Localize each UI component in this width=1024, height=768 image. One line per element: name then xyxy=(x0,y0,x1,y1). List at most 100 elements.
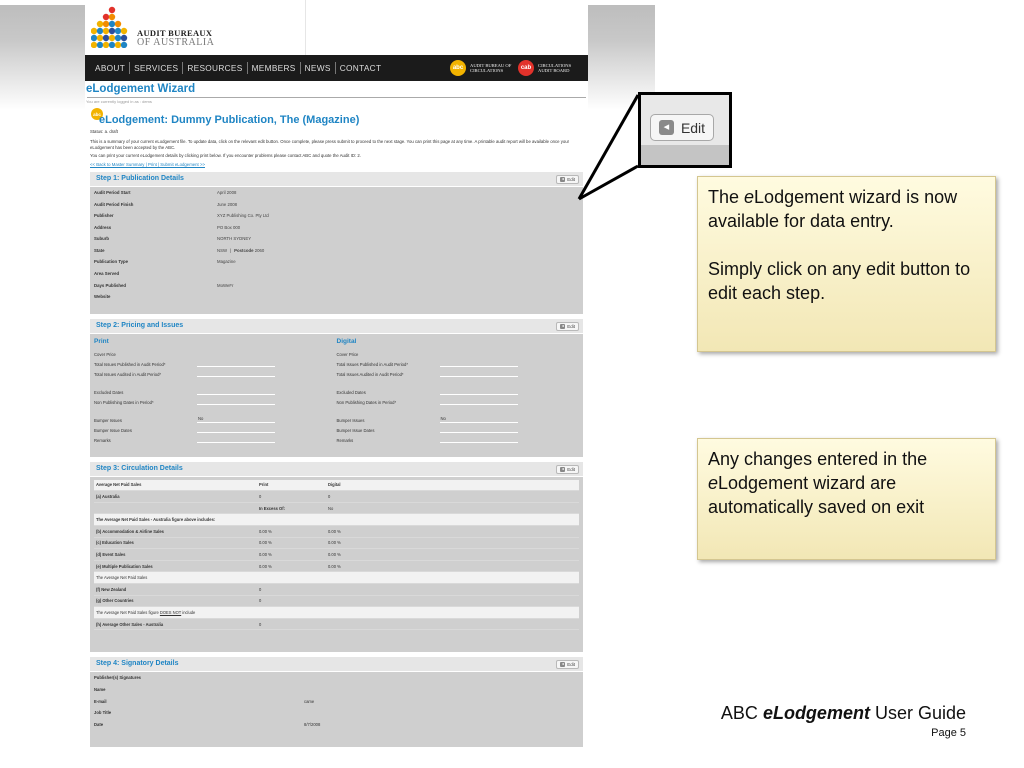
field-label: Bumper Issue Dates xyxy=(336,427,375,433)
text-part: Any changes entered in the xyxy=(708,449,928,469)
logged-in-text: You are currently logged in as : dems xyxy=(86,99,152,104)
edit-label: Edit xyxy=(567,466,575,472)
table-row: (h) Average Other Sales - Australia 0 xyxy=(94,619,579,631)
edit-label: Edit xyxy=(567,323,575,329)
postcode-label: Postcode xyxy=(234,247,254,253)
field-value xyxy=(439,360,518,367)
note-text: Simply click on any edit button to edit … xyxy=(708,259,971,303)
field-label: Non Publishing Dates in Period* xyxy=(336,399,397,405)
header-divider xyxy=(305,0,306,55)
detail-label: Address xyxy=(94,224,112,230)
cab-badge-icon[interactable]: cab xyxy=(518,60,534,76)
field-value xyxy=(197,426,275,433)
detail-row: Audit Period Finish June 2008 xyxy=(90,198,583,210)
detail-row: Publisher XYZ Publishing Co. Pty Ltd xyxy=(90,210,583,222)
wizard-title: eLodgement Wizard xyxy=(86,83,196,95)
detail-row: Website xyxy=(90,291,583,303)
field-label: Excluded Dates xyxy=(336,389,366,395)
digital-heading: Digital xyxy=(336,337,357,345)
nav-members[interactable]: MEMBERS xyxy=(248,63,300,73)
abc-logo-icon xyxy=(91,6,128,48)
table-cell: (d) Event Sales xyxy=(96,551,126,557)
table-cell: 0.00 % xyxy=(259,540,272,546)
web-page-screenshot: AUDIT BUREAUX OF AUSTRALIA ABOUT SERVICE… xyxy=(85,0,588,768)
field-label: Total Issues Audited in Audit Period* xyxy=(94,371,162,377)
step-1-header: Step 1: Publication Details ◂ Edit xyxy=(90,171,583,187)
table-cell: In Excess Of: xyxy=(259,505,285,511)
table-cell: 0.00 % xyxy=(259,528,272,534)
table-cell: 0 xyxy=(259,494,262,500)
detail-label: Days Published xyxy=(94,282,126,288)
arrow-left-icon: ◂ xyxy=(560,323,566,329)
step-2-title: Step 2: Pricing and Issues xyxy=(96,322,184,330)
field-row: Bumper Issue Dates xyxy=(337,423,580,433)
emphasis-text: e xyxy=(744,187,755,207)
summary-links[interactable]: << Back to Master Summary | Print | Subm… xyxy=(85,162,588,167)
zoomed-edit-button[interactable]: ◂ Edit xyxy=(650,114,714,141)
print-paragraph: You can print your current eLodgement de… xyxy=(90,153,361,159)
detail-label: Audit Period Finish xyxy=(94,201,134,207)
text-part: Lodgement wizard are automatically saved… xyxy=(708,473,925,517)
field-row: Excluded Dates xyxy=(337,385,580,395)
table-cell: 0 xyxy=(259,586,262,592)
field-label: Total Issues Audited in Audit Period* xyxy=(336,371,404,377)
signatory-row: Date 8/7/2008 xyxy=(90,719,583,731)
page-number: Page 5 xyxy=(931,727,966,739)
table-row: (b) Accommodation & Airline Sales 0.00 % 0… xyxy=(94,526,579,538)
table-cell: (f) New Zealand xyxy=(96,586,127,592)
nav-about[interactable]: ABOUT xyxy=(91,63,129,73)
edit-label: Edit xyxy=(567,661,575,667)
detail-row: State NSW | Postcode 2060 xyxy=(90,245,583,257)
table-cell: 0.00 % xyxy=(259,551,272,557)
detail-label: Website xyxy=(94,294,111,300)
emphasis-text: DOES NOT xyxy=(159,609,182,615)
nav-resources[interactable]: RESOURCES xyxy=(183,63,246,73)
nav-contact[interactable]: CONTACT xyxy=(336,63,386,73)
field-value xyxy=(439,426,518,433)
field-label: Bumper Issues xyxy=(336,417,365,423)
abc-badge-icon[interactable]: abc xyxy=(450,60,466,76)
table-cell: (a) Australia xyxy=(96,494,120,500)
note-text: Any changes entered in the eLodgement wi… xyxy=(708,447,985,519)
arrow-left-icon: ◂ xyxy=(658,120,674,135)
field-value: No xyxy=(439,416,518,423)
table-row: (c) Education Sales 0.00 % 0.00 % xyxy=(94,538,579,550)
abc-badge-text: AUDIT BUREAU OF CIRCULATIONS xyxy=(470,63,512,73)
emphasis-text: eLodgement xyxy=(762,703,870,723)
text-part: ABC xyxy=(720,703,763,723)
detail-row: Address PO Box 000 xyxy=(90,221,583,233)
status-text: Status: a. draft xyxy=(90,129,118,134)
step-2-header: Step 2: Pricing and Issues ◂ Edit xyxy=(90,318,583,334)
table-header-row: Average Net Paid Sales Print Digital xyxy=(94,479,579,492)
detail-value: June 2008 xyxy=(217,201,238,207)
text-part: User Guide xyxy=(869,703,966,723)
field-label: E-mail xyxy=(94,698,107,704)
step-3-panel: Step 3: Circulation Details ◂ Edit Averag… xyxy=(90,461,583,652)
step-4-edit-button[interactable]: ◂ Edit xyxy=(556,659,579,669)
step-4-header: Step 4: Signatory Details ◂ Edit xyxy=(90,656,583,672)
step-1-edit-button[interactable]: ◂ Edit xyxy=(556,174,579,184)
step-3-edit-button[interactable]: ◂ Edit xyxy=(556,464,579,474)
signatory-row: Name xyxy=(90,683,583,695)
edit-zoom-callout: ◂ Edit xyxy=(638,92,732,168)
detail-label: State xyxy=(94,247,105,253)
nav-services[interactable]: SERVICES xyxy=(130,63,182,73)
field-row: Remarks xyxy=(94,433,337,443)
detail-value: MoWeFr xyxy=(217,282,234,288)
table-cell: (e) Multiple Publication Sales xyxy=(96,563,153,569)
field-value xyxy=(439,370,518,377)
nav-news[interactable]: NEWS xyxy=(301,63,335,73)
field-label: Total Issues Published in Audit Period* xyxy=(94,361,166,367)
main-nav: ABOUT SERVICES RESOURCES MEMBERS NEWS CO… xyxy=(85,55,588,81)
field-value xyxy=(197,398,275,405)
field-row: Cover Price xyxy=(337,347,580,357)
field-value xyxy=(439,398,518,405)
step-2-edit-button[interactable]: ◂ Edit xyxy=(556,321,579,331)
logo-line-2: OF AUSTRALIA xyxy=(137,37,215,48)
detail-label: Area Served xyxy=(94,271,120,277)
field-row: Excluded Dates xyxy=(94,385,337,395)
table-row: The Average Net Paid Sales - Australia f… xyxy=(94,514,579,526)
